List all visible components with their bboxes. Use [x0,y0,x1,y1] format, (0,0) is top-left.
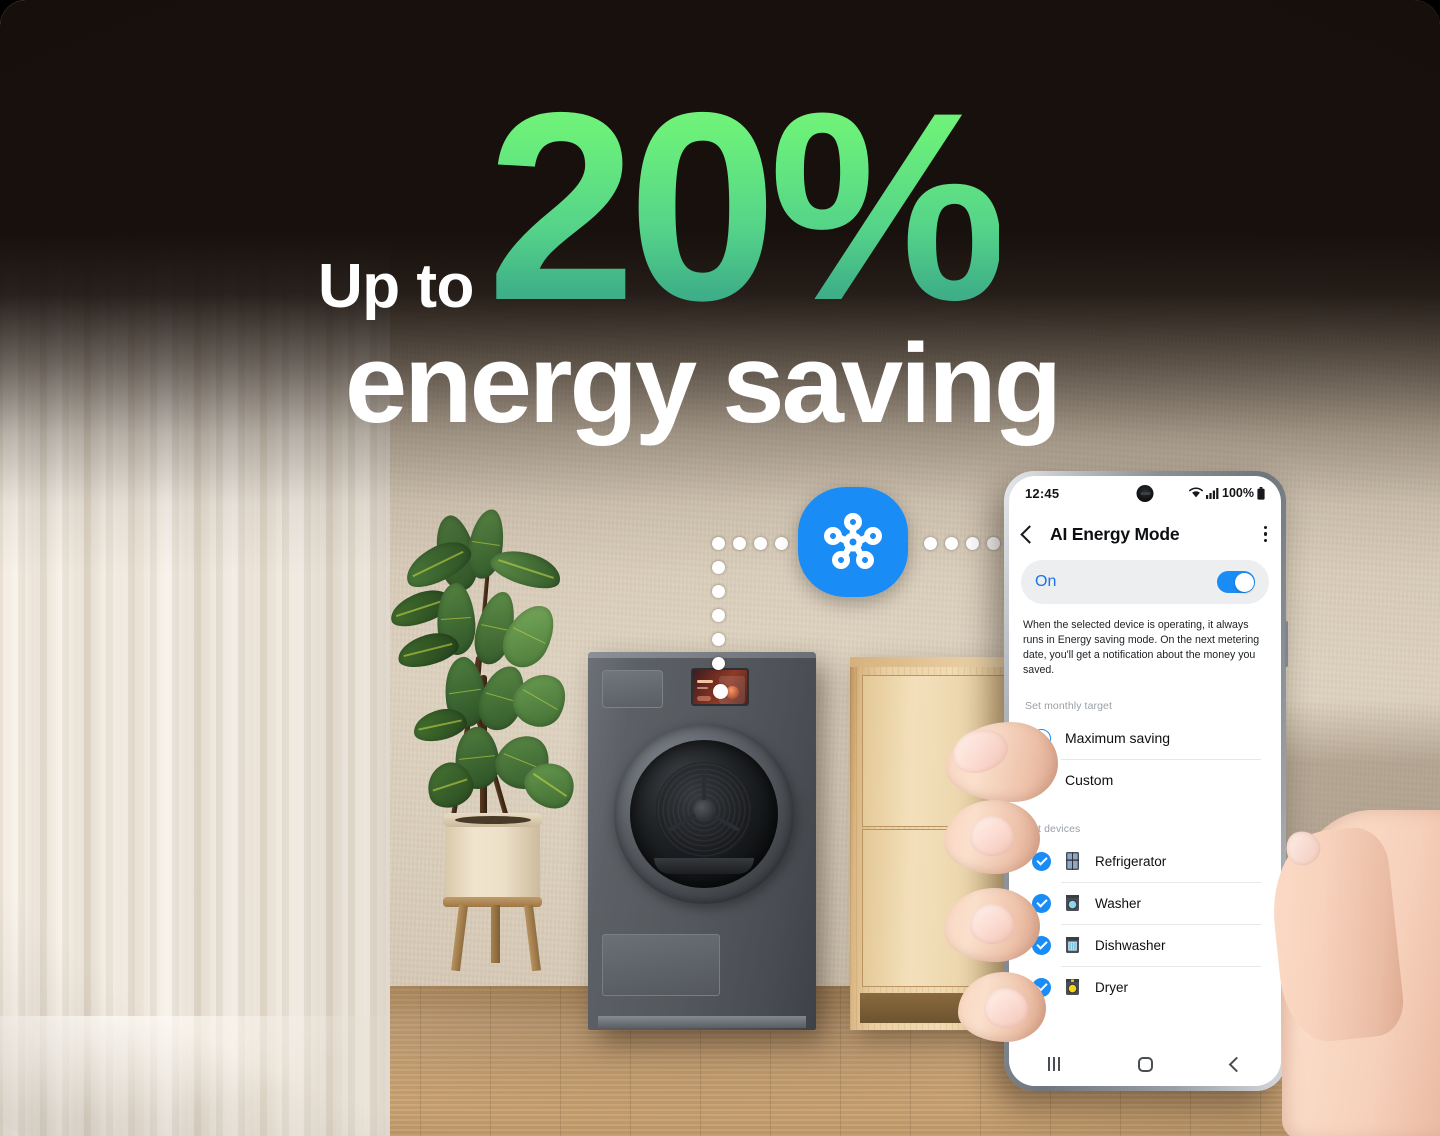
curtain-hem [0,1016,390,1136]
option-label: Custom [1065,772,1114,789]
radio-unselected-icon[interactable] [1032,770,1051,790]
recents-icon[interactable] [1048,1057,1060,1071]
dishwasher-icon [1066,937,1079,954]
refrigerator-icon [1066,852,1079,871]
ai-energy-mode-switch[interactable] [1217,571,1255,593]
device-label: Refrigerator [1095,853,1167,869]
potted-rubber-plant [385,505,600,972]
feature-description: When the selected device is operating, i… [1023,619,1260,677]
dryer-icon [1066,979,1079,996]
battery-percent: 100% [1222,486,1254,500]
headline-subline: energy saving [344,321,1062,446]
checkbox-checked-icon[interactable] [1032,893,1051,913]
checkbox-checked-icon[interactable] [1032,935,1051,955]
headline-up-to: Up to [318,252,474,321]
option-label: Maximum saving [1065,730,1171,747]
radio-selected-icon[interactable] [1032,728,1051,748]
monthly-target-section-label: Set monthly target [1025,700,1113,713]
back-chevron-icon[interactable] [1020,524,1039,544]
settings-content: On When the selected device is operating… [1009,560,1281,1009]
app-bar: AI Energy Mode [1009,510,1281,558]
front-camera [1136,485,1154,502]
cellular-signal-icon [1206,488,1219,499]
washer-icon [1066,895,1079,912]
device-label: Dishwasher [1095,937,1166,953]
device-label: Dryer [1095,979,1128,995]
devices-section-label: Set devices [1025,823,1081,836]
radio-option-maximum-saving[interactable]: Maximum saving [1021,717,1269,759]
wifi-icon [1189,487,1203,498]
phone-side-button[interactable] [1285,621,1288,667]
checkbox-checked-icon[interactable] [1032,851,1051,871]
wooden-cabinet [850,657,1020,1030]
smartphone: 12:45 100% AI Energy Mode On When the se… [1004,471,1288,1091]
monthly-target-options: Maximum saving Custom [1021,717,1269,802]
smartthings-logo-icon [798,487,908,597]
status-time: 12:45 [1025,485,1060,501]
washer-dryer-appliance [588,652,816,1030]
device-row-refrigerator[interactable]: Refrigerator [1021,840,1269,882]
device-row-washer[interactable]: Washer [1021,882,1269,924]
home-icon[interactable] [1138,1056,1153,1072]
battery-full-icon [1257,486,1265,500]
page-title: AI Energy Mode [1050,523,1180,544]
toggle-state-label: On [1035,573,1057,590]
control-panel [602,670,663,708]
status-bar: 12:45 100% [1009,476,1281,510]
android-nav-bar [1009,1042,1281,1086]
device-row-dishwasher[interactable]: Dishwasher [1021,924,1269,966]
headline-block: Up to 20% energy saving [0,0,1440,460]
plant-pot [445,817,540,905]
devices-list: Refrigerator Washer Dishwasher Dryer [1021,840,1269,1009]
headline-percent: 20% [487,56,1007,356]
back-icon[interactable] [1228,1056,1245,1072]
checkbox-checked-icon[interactable] [1032,977,1051,997]
ai-energy-mode-toggle-row[interactable]: On [1021,560,1269,604]
device-label: Washer [1095,895,1142,911]
overflow-menu-icon[interactable] [1263,525,1267,543]
appliance-door [614,724,794,904]
phone-screen: 12:45 100% AI Energy Mode On When the se… [1009,476,1281,1086]
device-row-dryer[interactable]: Dryer [1021,966,1269,1008]
detergent-drawer [602,934,720,996]
radio-option-custom[interactable]: Custom [1021,759,1269,801]
promo-banner: Up to 20% energy saving 12:45 100% AI En… [0,0,1440,1136]
